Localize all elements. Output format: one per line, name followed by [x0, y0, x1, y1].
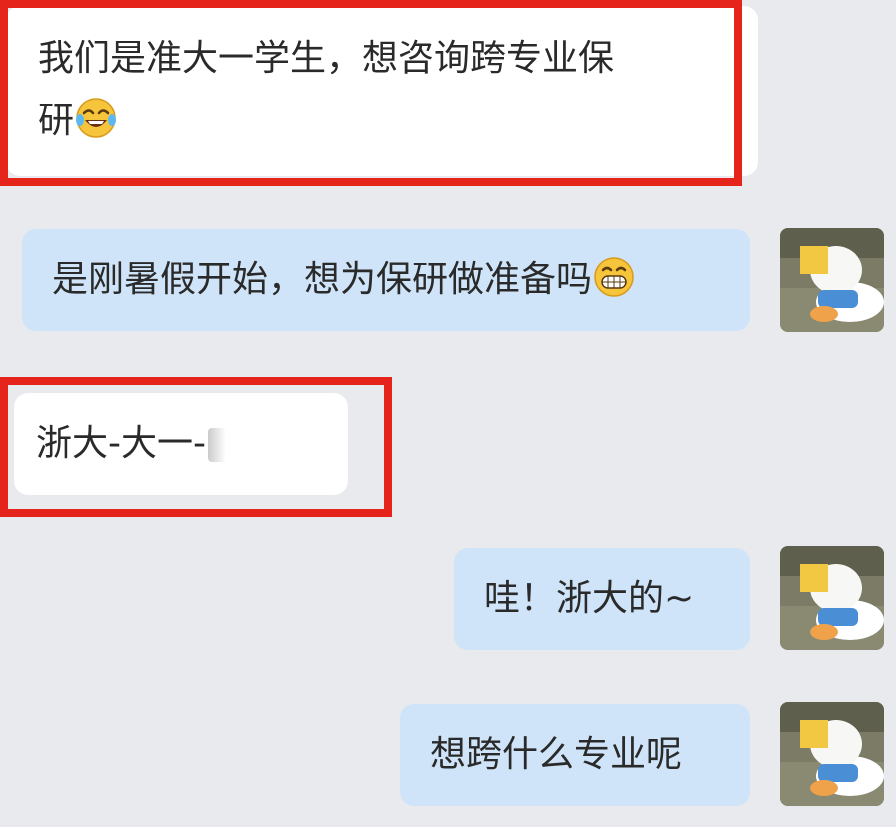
- chat-view: 我们是准大一学生，想咨询跨专业保 研 是刚暑假开始，想为保研做准备吗 浙大-大一…: [0, 0, 896, 827]
- message-text-line: 我们是准大一学生，想咨询跨专业保: [38, 38, 615, 79]
- message-bubble-outgoing[interactable]: 想跨什么专业呢: [400, 704, 750, 806]
- redacted-blur: [207, 428, 226, 462]
- message-bubble-incoming[interactable]: 浙大-大一-: [14, 393, 348, 495]
- message-bubble-outgoing[interactable]: 是刚暑假开始，想为保研做准备吗: [22, 229, 750, 331]
- message-text: 是刚暑假开始，想为保研做准备吗: [52, 259, 593, 300]
- grin-emoji-icon: [594, 257, 634, 297]
- message-text-line: 研: [38, 90, 730, 152]
- message-bubble-outgoing[interactable]: 哇！浙大的~: [454, 548, 750, 650]
- tears-of-joy-emoji-icon: [76, 98, 117, 138]
- plush-toy-avatar[interactable]: [780, 228, 884, 332]
- message-text: 哇！浙大的~: [484, 578, 695, 619]
- message-text: 浙大-大一-: [36, 423, 206, 464]
- message-bubble-incoming[interactable]: 我们是准大一学生，想咨询跨专业保 研: [6, 6, 758, 176]
- message-text: 想跨什么专业呢: [430, 734, 683, 775]
- plush-toy-avatar[interactable]: [780, 702, 884, 806]
- plush-toy-avatar[interactable]: [780, 546, 884, 650]
